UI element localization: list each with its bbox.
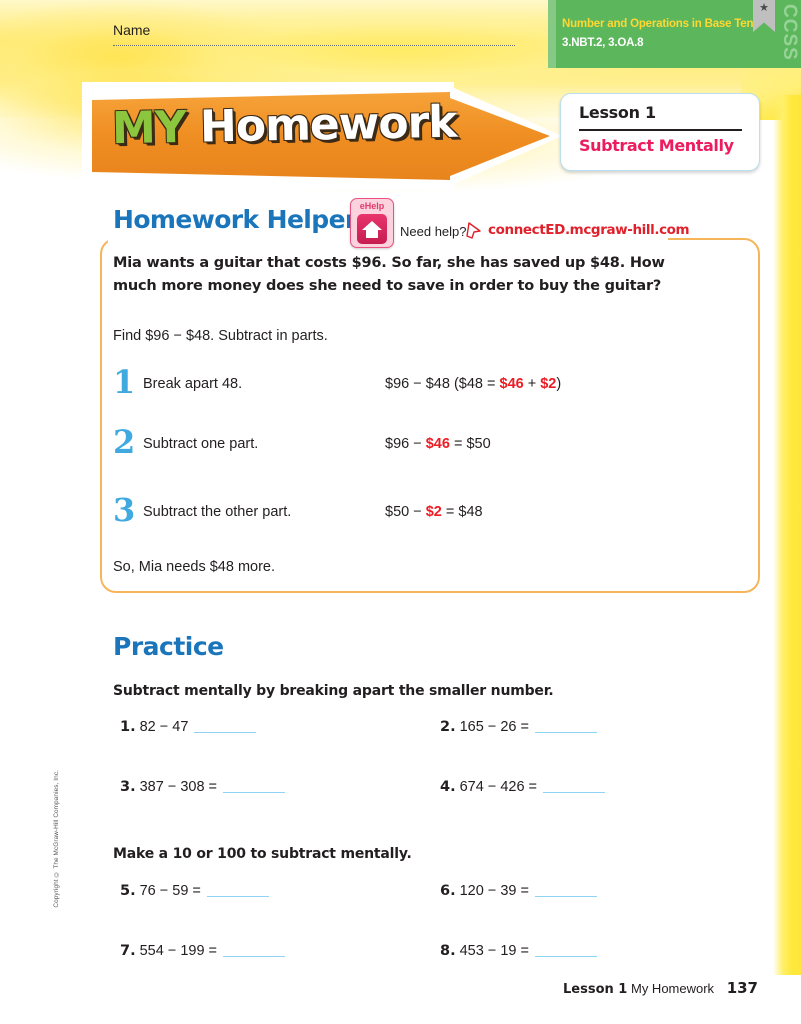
answer-blank[interactable]: [543, 792, 606, 793]
step-eq-pre: $50 −: [385, 504, 426, 520]
problem-expression: 387 − 308 =: [139, 779, 218, 795]
lesson-callout-box: Lesson 1 Subtract Mentally: [560, 93, 760, 171]
ccss-vertical-label: CCSS: [779, 4, 800, 61]
practice-problem-6[interactable]: 6. 120 − 39 =: [440, 883, 597, 899]
step-eq-post: = $50: [449, 436, 491, 452]
problem-expression: 674 − 426 =: [459, 779, 538, 795]
practice-problem-5[interactable]: 5. 76 − 59 =: [120, 883, 269, 899]
lesson-divider: [579, 129, 742, 131]
practice-problem-2[interactable]: 2. 165 − 26 =: [440, 719, 597, 735]
step-eq-post: = $48: [441, 504, 483, 520]
answer-blank[interactable]: [194, 732, 257, 733]
step-eq-red-2: $2: [540, 376, 557, 392]
banner-text: MY Homework: [112, 97, 457, 155]
step-eq-red-1: $46: [425, 436, 450, 452]
worksheet-page: Number and Operations in Base Ten 3.NBT.…: [0, 0, 801, 1024]
practice-directions-1: Subtract mentally by breaking apart the …: [113, 683, 554, 699]
step-eq-pre: $96 − $48 ($48 =: [385, 376, 500, 392]
lesson-title: Subtract Mentally: [579, 136, 734, 155]
problem-number: 8.: [440, 943, 456, 959]
banner-word-homework: Homework: [199, 96, 458, 153]
problem-expression: 165 − 26 =: [459, 719, 529, 735]
find-instruction: Find $96 − $48. Subtract in parts.: [113, 328, 328, 344]
answer-blank[interactable]: [223, 792, 286, 793]
problem-number: 7.: [120, 943, 136, 959]
problem-number: 6.: [440, 883, 456, 899]
practice-problem-8[interactable]: 8. 453 − 19 =: [440, 943, 597, 959]
connected-url-link[interactable]: connectED.mcgraw-hill.com: [488, 222, 690, 238]
practice-problem-4[interactable]: 4. 674 − 426 =: [440, 779, 606, 795]
ehelp-label: eHelp: [359, 201, 385, 211]
problem-expression: 76 − 59 =: [139, 883, 201, 899]
star-glyph: ★: [759, 2, 769, 14]
step-eq-red-1: $2: [425, 504, 442, 520]
problem-expression: 82 − 47: [139, 719, 189, 735]
ehelp-house-tile: [357, 214, 387, 244]
problem-number: 1.: [120, 719, 136, 735]
answer-blank[interactable]: [534, 956, 597, 957]
ccss-light-strip: [548, 0, 556, 68]
answer-blank[interactable]: [534, 896, 597, 897]
step-equation: $50 − $2 = $48: [385, 504, 483, 520]
step-number: 3: [113, 491, 136, 529]
name-write-in-line[interactable]: [113, 45, 515, 46]
step-equation: $96 − $46 = $50: [385, 436, 491, 452]
footer-section: My Homework: [630, 981, 715, 996]
practice-directions-2: Make a 10 or 100 to subtract mentally.: [113, 846, 412, 862]
mouse-cursor-icon: [466, 222, 481, 239]
banner-word-my: MY: [111, 101, 187, 155]
house-icon: [362, 221, 382, 238]
lesson-number: Lesson 1: [579, 103, 656, 122]
problem-expression: 453 − 19 =: [459, 943, 529, 959]
ehelp-icon[interactable]: eHelp: [350, 198, 394, 248]
word-problem-text: Mia wants a guitar that costs $96. So fa…: [113, 255, 665, 294]
problem-expression: 554 − 199 =: [139, 943, 218, 959]
problem-expression: 120 − 39 =: [459, 883, 529, 899]
my-homework-banner: MY Homework: [82, 82, 562, 190]
step-number: 2: [113, 423, 136, 461]
step-number: 1: [113, 363, 136, 401]
name-label: Name: [113, 22, 151, 38]
step-label: Subtract one part.: [143, 436, 259, 452]
step-label: Break apart 48.: [143, 376, 243, 392]
step-label: Subtract the other part.: [143, 504, 292, 520]
footer-page-number: 137: [726, 979, 758, 997]
need-help-label: Need help?: [400, 224, 467, 239]
copyright-notice: Copyright © The McGraw-Hill Companies, I…: [53, 770, 60, 908]
solution-step-3: 3 Subtract the other part. $50 − $2 = $4…: [113, 494, 733, 540]
right-edge-yellow-stripe: [773, 95, 801, 975]
practice-problem-7[interactable]: 7. 554 − 199 =: [120, 943, 286, 959]
homework-helper-heading: Homework Helper: [113, 205, 357, 234]
solution-step-2: 2 Subtract one part. $96 − $46 = $50: [113, 426, 733, 472]
step-eq-post: ): [556, 376, 562, 392]
problem-number: 3.: [120, 779, 136, 795]
page-footer: Lesson 1 My Homework 137: [0, 979, 758, 997]
practice-problem-1[interactable]: 1. 82 − 47: [120, 719, 257, 735]
problem-number: 5.: [120, 883, 136, 899]
problem-number: 4.: [440, 779, 456, 795]
ccss-domain-title: Number and Operations in Base Ten: [562, 18, 754, 30]
solution-step-1: 1 Break apart 48. $96 − $48 ($48 = $46 +…: [113, 366, 733, 412]
practice-heading: Practice: [113, 632, 224, 661]
ccss-standard-codes: 3.NBT.2, 3.OA.8: [562, 37, 644, 49]
problem-number: 2.: [440, 719, 456, 735]
step-eq-pre: $96 −: [385, 436, 426, 452]
solution-conclusion: So, Mia needs $48 more.: [113, 559, 276, 575]
step-equation: $96 − $48 ($48 = $46 + $2): [385, 376, 561, 392]
answer-blank[interactable]: [534, 732, 597, 733]
step-eq-red-1: $46: [499, 376, 524, 392]
answer-blank[interactable]: [223, 956, 286, 957]
step-eq-mid: +: [523, 376, 541, 392]
footer-lesson: Lesson 1: [563, 982, 628, 997]
answer-blank[interactable]: [206, 896, 269, 897]
practice-problem-3[interactable]: 3. 387 − 308 =: [120, 779, 286, 795]
